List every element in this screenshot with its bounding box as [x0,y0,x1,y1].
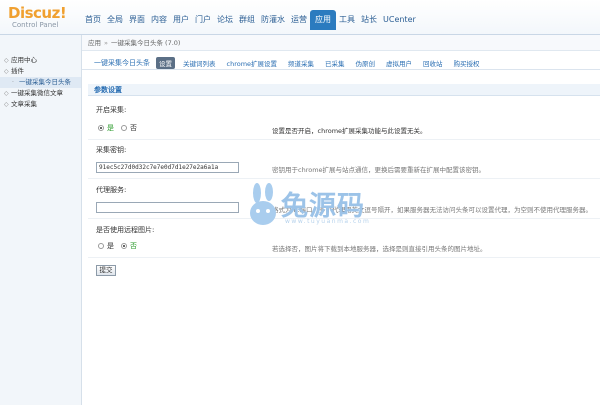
sidebar: ◇ 应用中心 ◇ 插件 · 一键采集今日头条 ◇ 一键采集微信文章 ◇ 文章采集 [0,35,82,405]
top-tab-12[interactable]: 站长 [358,10,380,30]
secret-label: 采集密钥: [96,146,127,154]
sidebar-item-label: 一键采集今日头条 [19,78,71,86]
logo-subtitle: Control Panel [12,21,59,29]
watermark-url: www.tuyuanma.com [285,218,371,225]
remote-image-yes-label[interactable]: 是 [107,241,114,251]
subnav-tab-0[interactable]: 设置 [156,56,175,69]
plugin-title: 一键采集今日头条 [94,58,150,67]
sidebar-item-label: 插件 [11,67,24,75]
top-tab-11[interactable]: 工具 [336,10,358,30]
subnav-tab-7[interactable]: 回收站 [420,57,446,69]
admin-header: Discuz! Control Panel 首页 全局 界面 内容 用户 门户 论坛 群组 防灌… [0,0,600,35]
proxy-input[interactable] [96,202,239,213]
remote-image-no-radio[interactable] [121,243,127,249]
subnav-tab-3[interactable]: 频道采集 [285,57,317,69]
row-divider [88,257,600,258]
top-tab-2[interactable]: 界面 [126,10,148,30]
remote-image-no-label[interactable]: 否 [130,241,137,251]
sidebar-item-4[interactable]: ◇ 文章采集 [0,99,81,110]
sidebar-bullet-icon: ◇ [4,68,9,75]
remote-image-label: 是否使用远程图片: [96,226,155,234]
enable-label: 开启采集: [96,106,127,114]
subnav-tab-6[interactable]: 虚拟用户 [383,57,415,69]
sidebar-bullet-icon: · [12,79,14,86]
top-tab-0[interactable]: 首页 [82,10,104,30]
proxy-label: 代理服务: [96,186,127,194]
sidebar-bullet-icon: ◇ [4,57,9,64]
top-tab-5[interactable]: 门户 [192,10,214,30]
top-tab-6[interactable]: 论坛 [214,10,236,30]
enable-yes-label[interactable]: 是 [107,123,114,133]
breadcrumb-separator: » [104,39,108,47]
enable-yes-radio[interactable] [98,125,104,131]
sidebar-item-3[interactable]: ◇ 一键采集微信文章 [0,88,81,99]
submit-button[interactable]: 提交 [96,265,116,276]
top-tab-1[interactable]: 全局 [104,10,126,30]
section-title: 参数设置 [88,84,600,96]
breadcrumb-root[interactable]: 应用 [88,39,101,47]
top-tab-3[interactable]: 内容 [148,10,170,30]
subnav-tab-2[interactable]: chrome扩展设置 [224,57,281,69]
top-tab-7[interactable]: 群组 [236,10,258,30]
top-tab-4[interactable]: 用户 [170,10,192,30]
subnav-tab-4[interactable]: 已采集 [322,57,348,69]
remote-image-tip: 若选择否，图片将下载到本地服务器，选择是则直接引用头条的图片地址。 [272,245,487,253]
sidebar-bullet-icon: ◇ [4,101,9,108]
secret-input[interactable]: 91ec5c27d0d32c7e7e0d7d1e27e2a6a1a [96,162,239,173]
subnav-tab-8[interactable]: 购买授权 [451,57,483,69]
enable-radio-group: 是 否 [98,123,144,133]
secret-tip: 密钥用于chrome扩展与站点通信，更换后需要重新在扩展中配置该密钥。 [272,166,486,174]
remote-image-radio-group: 是 否 [98,241,144,251]
top-navigation: 首页 全局 界面 内容 用户 门户 论坛 群组 防灌水 运营 应用 工具 站长 UCenter [82,6,419,30]
top-tab-9[interactable]: 运营 [288,10,310,30]
breadcrumb-current: 一键采集今日头条 (7.0) [110,39,181,47]
enable-no-radio[interactable] [121,125,127,131]
row-divider [88,139,600,140]
watermark: 兔源码 www.tuyuanma.com [247,183,427,231]
top-tab-13[interactable]: UCenter [380,10,419,30]
subnav-tab-5[interactable]: 伪原创 [353,57,379,69]
plugin-subnav: 一键采集今日头条 设置 关键词列表 chrome扩展设置 频道采集 已采集 伪原创 虚拟用户… [82,56,600,70]
subnav-tab-1[interactable]: 关键词列表 [180,57,219,69]
top-tab-8[interactable]: 防灌水 [258,10,288,30]
logo-text: Discuz! [8,4,67,22]
remote-image-yes-radio[interactable] [98,243,104,249]
sidebar-item-1[interactable]: ◇ 插件 [0,66,81,77]
sidebar-item-label: 一键采集微信文章 [11,89,63,97]
enable-tip: 设置是否开启，chrome扩展采集功能与此设置无关。 [272,127,427,135]
rabbit-logo-icon [250,183,276,225]
top-tab-10[interactable]: 应用 [310,10,336,30]
sidebar-bullet-icon: ◇ [4,90,9,97]
sidebar-item-label: 文章采集 [11,100,37,108]
discuz-logo[interactable]: Discuz! Control Panel [8,5,72,33]
row-divider [88,178,600,179]
sidebar-item-2[interactable]: · 一键采集今日头条 [0,77,81,88]
enable-no-label[interactable]: 否 [130,123,137,133]
sidebar-item-label: 应用中心 [11,56,37,64]
breadcrumb: 应用» 一键采集今日头条 (7.0) [82,35,600,51]
sidebar-item-0[interactable]: ◇ 应用中心 [0,55,81,66]
